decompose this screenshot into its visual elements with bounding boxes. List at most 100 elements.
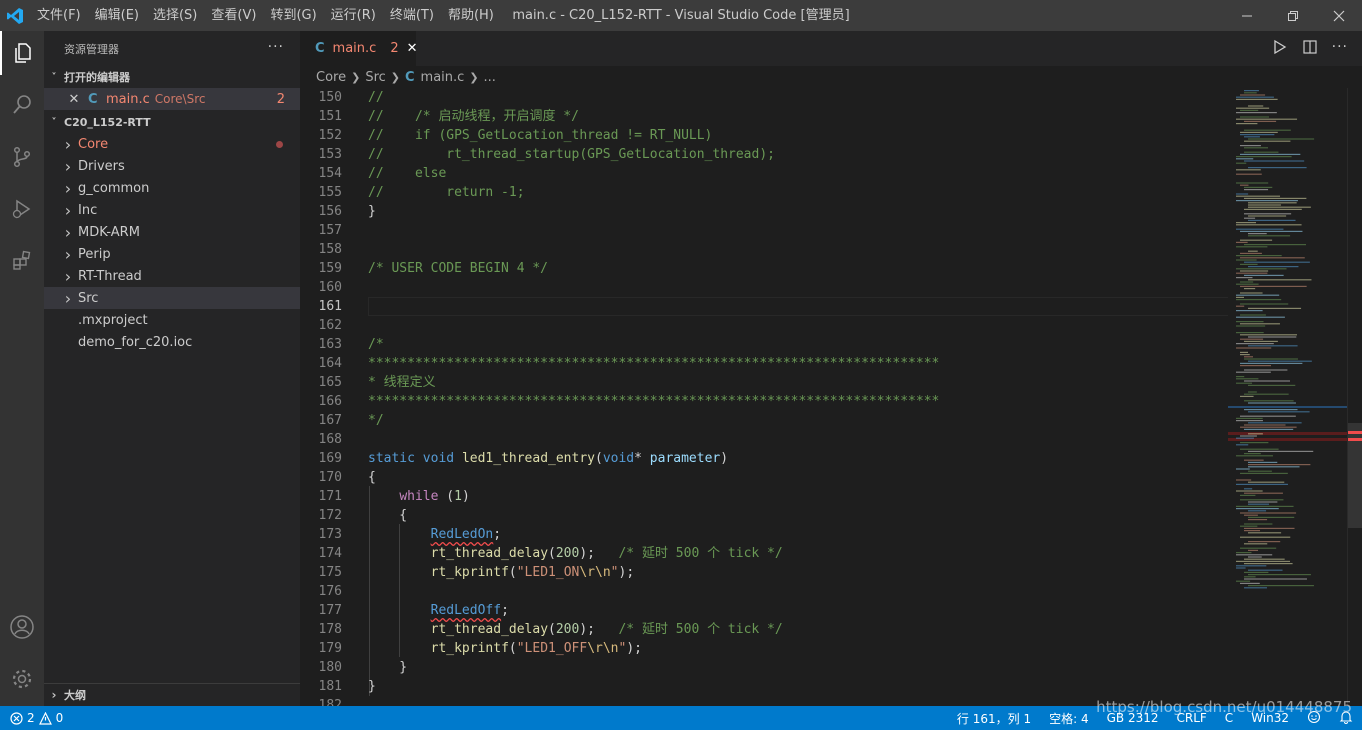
tree-item-rt-thread[interactable]: › RT-Thread [44,265,300,287]
minimap-line [1248,501,1278,503]
menu-view[interactable]: 查看(V) [204,0,263,31]
close-editor-icon[interactable]: ✕ [64,92,84,107]
code-token: ); [579,546,619,561]
cursor-position[interactable]: 行 161，列 1 [948,710,1040,727]
close-window-button[interactable] [1316,0,1362,31]
more-actions-icon[interactable]: ··· [268,39,284,55]
minimap[interactable] [1228,88,1348,706]
run-debug-icon[interactable] [0,187,44,231]
project-section[interactable]: ˅ C20_L152-RTT [44,111,300,133]
error-marker [1348,438,1362,441]
tree-item-perip[interactable]: › Perip [44,243,300,265]
tree-item-mxproject[interactable]: .mxproject [44,309,300,331]
tree-item-demo-for-c20-ioc[interactable]: demo_for_c20.ioc [44,331,300,353]
code-line: 154 // else [300,164,1228,183]
tree-item-src[interactable]: › Src [44,287,300,309]
line-text: /* USER CODE BEGIN 4 */ [368,259,548,278]
code-token: ****************************************… [368,356,940,371]
error-icon [10,711,23,725]
code-line: 167 */ [300,411,1228,430]
chevron-right-icon: › [51,688,57,702]
search-icon[interactable] [0,83,44,127]
code-token: // /* 启动线程，开启调度 */ [368,109,579,124]
minimap-line [1244,92,1257,94]
menu-bar: 文件(F) 编辑(E) 选择(S) 查看(V) 转到(G) 运行(R) 终端(T… [30,0,501,31]
minimap-line [1244,409,1298,411]
menu-terminal[interactable]: 终端(T) [383,0,441,31]
breadcrumb-file[interactable]: main.c [421,70,465,85]
split-editor-icon[interactable] [1302,39,1318,55]
minimap-line [1244,208,1302,210]
tree-item-g-common[interactable]: › g_common [44,177,300,199]
line-text: { [368,506,407,525]
modified-dot-icon [276,141,283,148]
minimap-line [1236,437,1254,439]
minimap-line [1236,222,1257,224]
explorer-icon[interactable] [0,31,44,75]
menu-edit[interactable]: 编辑(E) [88,0,146,31]
minimap-line [1240,547,1277,549]
menu-selection[interactable]: 选择(S) [146,0,204,31]
minimap-line [1240,134,1275,136]
accounts-icon[interactable] [0,605,44,649]
outline-section[interactable]: › 大纲 [44,683,300,706]
line-number: 172 [318,508,342,523]
line-text: */ [368,411,384,430]
code-token: /* USER CODE BEGIN 4 */ [368,261,549,276]
breadcrumb-symbol[interactable]: ... [484,70,496,85]
menu-run[interactable]: 运行(R) [324,0,383,31]
minimap-line [1236,228,1284,230]
menu-go[interactable]: 转到(G) [263,0,323,31]
source-control-icon[interactable] [0,135,44,179]
minimap-line [1240,257,1305,259]
restore-button[interactable] [1270,0,1316,31]
minimap-line [1240,334,1298,336]
tree-item-core[interactable]: › Core [44,133,300,155]
indentation[interactable]: 空格: 4 [1040,710,1098,727]
code-token: 200 [555,546,580,561]
minimap-line [1240,354,1250,356]
line-text: rt_thread_delay(200); /* 延时 500 个 tick *… [368,544,783,563]
minimap-line [1244,527,1295,529]
line-number: 153 [318,147,342,162]
code-line: 159 /* USER CODE BEGIN 4 */ [300,259,1228,278]
minimap-line [1244,274,1284,276]
code-token: ****************************************… [368,394,940,409]
tab-close-icon[interactable]: ✕ [407,41,418,56]
tree-item-mdk-arm[interactable]: › MDK-ARM [44,221,300,243]
menu-help[interactable]: 帮助(H) [441,0,501,31]
file-tree: › Core › Drivers › g_common › Inc › MDK-ARM › Perip… [44,133,300,353]
breadcrumb-core[interactable]: Core [316,70,346,85]
code-token: " [610,565,619,580]
minimap-line [1244,453,1261,455]
tree-item-drivers[interactable]: › Drivers [44,155,300,177]
minimap-line [1236,277,1253,279]
tab-main-c[interactable]: C main.c 2 ✕ [300,31,418,66]
code-token: void [602,451,635,466]
code-editor[interactable]: 150 // 151 // /* 启动线程，开启调度 */ 152 // if (GPS_… [300,88,1228,706]
open-editor-item-main-c[interactable]: ✕ C main.c Core\Src 2 [44,88,300,110]
minimap-line [1248,105,1264,107]
extensions-icon[interactable] [0,239,44,283]
minimize-button[interactable] [1224,0,1270,31]
code-line: 178 rt_thread_delay(200); /* 延时 500 个 ti… [300,620,1228,639]
open-editors-section[interactable]: ˅ 打开的编辑器 [44,66,300,88]
tree-item-label: Perip [78,246,111,262]
run-icon[interactable] [1272,39,1288,55]
minimap-line [1240,351,1249,353]
minimap-line [1236,193,1249,195]
breadcrumb-src[interactable]: Src [365,70,385,85]
manage-gear-icon[interactable] [0,657,44,701]
menu-file[interactable]: 文件(F) [30,0,88,31]
minimap-line [1244,587,1267,589]
minimap-line [1236,272,1268,274]
line-number: 173 [318,527,342,542]
tree-item-inc[interactable]: › Inc [44,199,300,221]
more-actions-icon[interactable]: ··· [1332,39,1348,55]
minimap-line [1248,433,1263,435]
vertical-scrollbar[interactable] [1347,88,1362,706]
problems-status[interactable]: 2 0 [0,711,63,725]
minimap-line [1248,250,1258,252]
